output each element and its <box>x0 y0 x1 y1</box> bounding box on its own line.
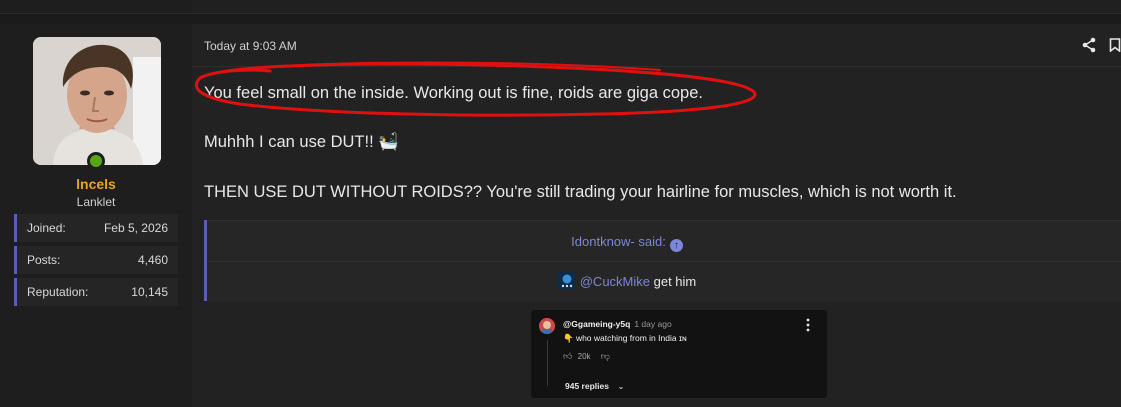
post-header-divider <box>192 66 1121 67</box>
quote-header[interactable]: Idontknow- said: ↑ <box>207 220 1121 262</box>
post-timestamp[interactable]: Today at 9:03 AM <box>204 39 297 53</box>
previous-post-bottom <box>0 0 1121 24</box>
message-line-2: Muhhh I can use DUT!! 🛀 <box>204 133 399 151</box>
quote-block: Idontknow- said: ↑ @CuckMike get him <box>204 220 1121 301</box>
stat-label: Joined: <box>27 221 66 235</box>
reply-count-label: 945 replies <box>565 381 609 391</box>
embedded-comment-image: @Ggameing-y5q 1 day ago 👇 who watching fr… <box>531 310 827 398</box>
mention-avatar-icon <box>557 272 576 290</box>
stat-reputation: Reputation: 10,145 <box>14 278 178 306</box>
commenter-avatar <box>539 318 555 334</box>
comment-text: 👇 who watching from in India ɪɴ <box>563 333 687 343</box>
stat-value: 4,460 <box>137 253 168 267</box>
thumbs-up-icon: 👍︎ <box>563 351 573 361</box>
stat-label: Posts: <box>27 253 61 267</box>
quote-body: @CuckMike get him <box>207 272 1047 290</box>
avatar[interactable] <box>33 37 161 165</box>
bookmark-icon[interactable] <box>1109 38 1121 53</box>
reply-count: 945 replies ⌄ <box>565 381 624 392</box>
thread-line <box>547 340 548 386</box>
commenter-name: @Ggameing-y5q <box>563 319 631 329</box>
go-to-quote-icon[interactable]: ↑ <box>669 239 683 252</box>
stat-value: Feb 5, 2026 <box>103 221 168 235</box>
stat-value: 10,145 <box>131 285 168 299</box>
user-title: Lanklet <box>76 195 116 209</box>
message-line-1: You feel small on the inside. Working ou… <box>204 84 703 102</box>
share-icon[interactable] <box>1081 37 1097 53</box>
stat-joined: Joined: Feb 5, 2026 <box>14 214 178 242</box>
thumbs-down-icon: 👎︎ <box>600 351 610 361</box>
previous-post-user-cell <box>0 0 192 14</box>
stat-label: Reputation: <box>27 285 89 299</box>
comment-time: 1 day ago <box>634 319 672 329</box>
quote-author[interactable]: Idontknow- said: <box>571 234 666 249</box>
comment-like-bar: 👍︎ 20k 👎︎ <box>563 351 610 362</box>
chevron-down-icon: ⌄ <box>617 381 625 391</box>
stat-posts: Posts: 4,460 <box>14 246 178 274</box>
more-options-icon <box>805 318 811 332</box>
quote-text: get him <box>650 274 697 289</box>
user-mention-link[interactable]: @CuckMike <box>580 274 650 289</box>
like-count: 20k <box>577 352 591 361</box>
message-line-3: THEN USE DUT WITHOUT ROIDS?? You're stil… <box>204 183 957 201</box>
commenter-username: @Ggameing-y5q 1 day ago <box>563 319 672 329</box>
online-status-indicator <box>87 152 105 170</box>
username[interactable]: lncels <box>0 176 192 192</box>
previous-post-message-cell <box>192 0 1121 14</box>
quote-attribution[interactable]: Idontknow- said: ↑ <box>207 234 1047 252</box>
